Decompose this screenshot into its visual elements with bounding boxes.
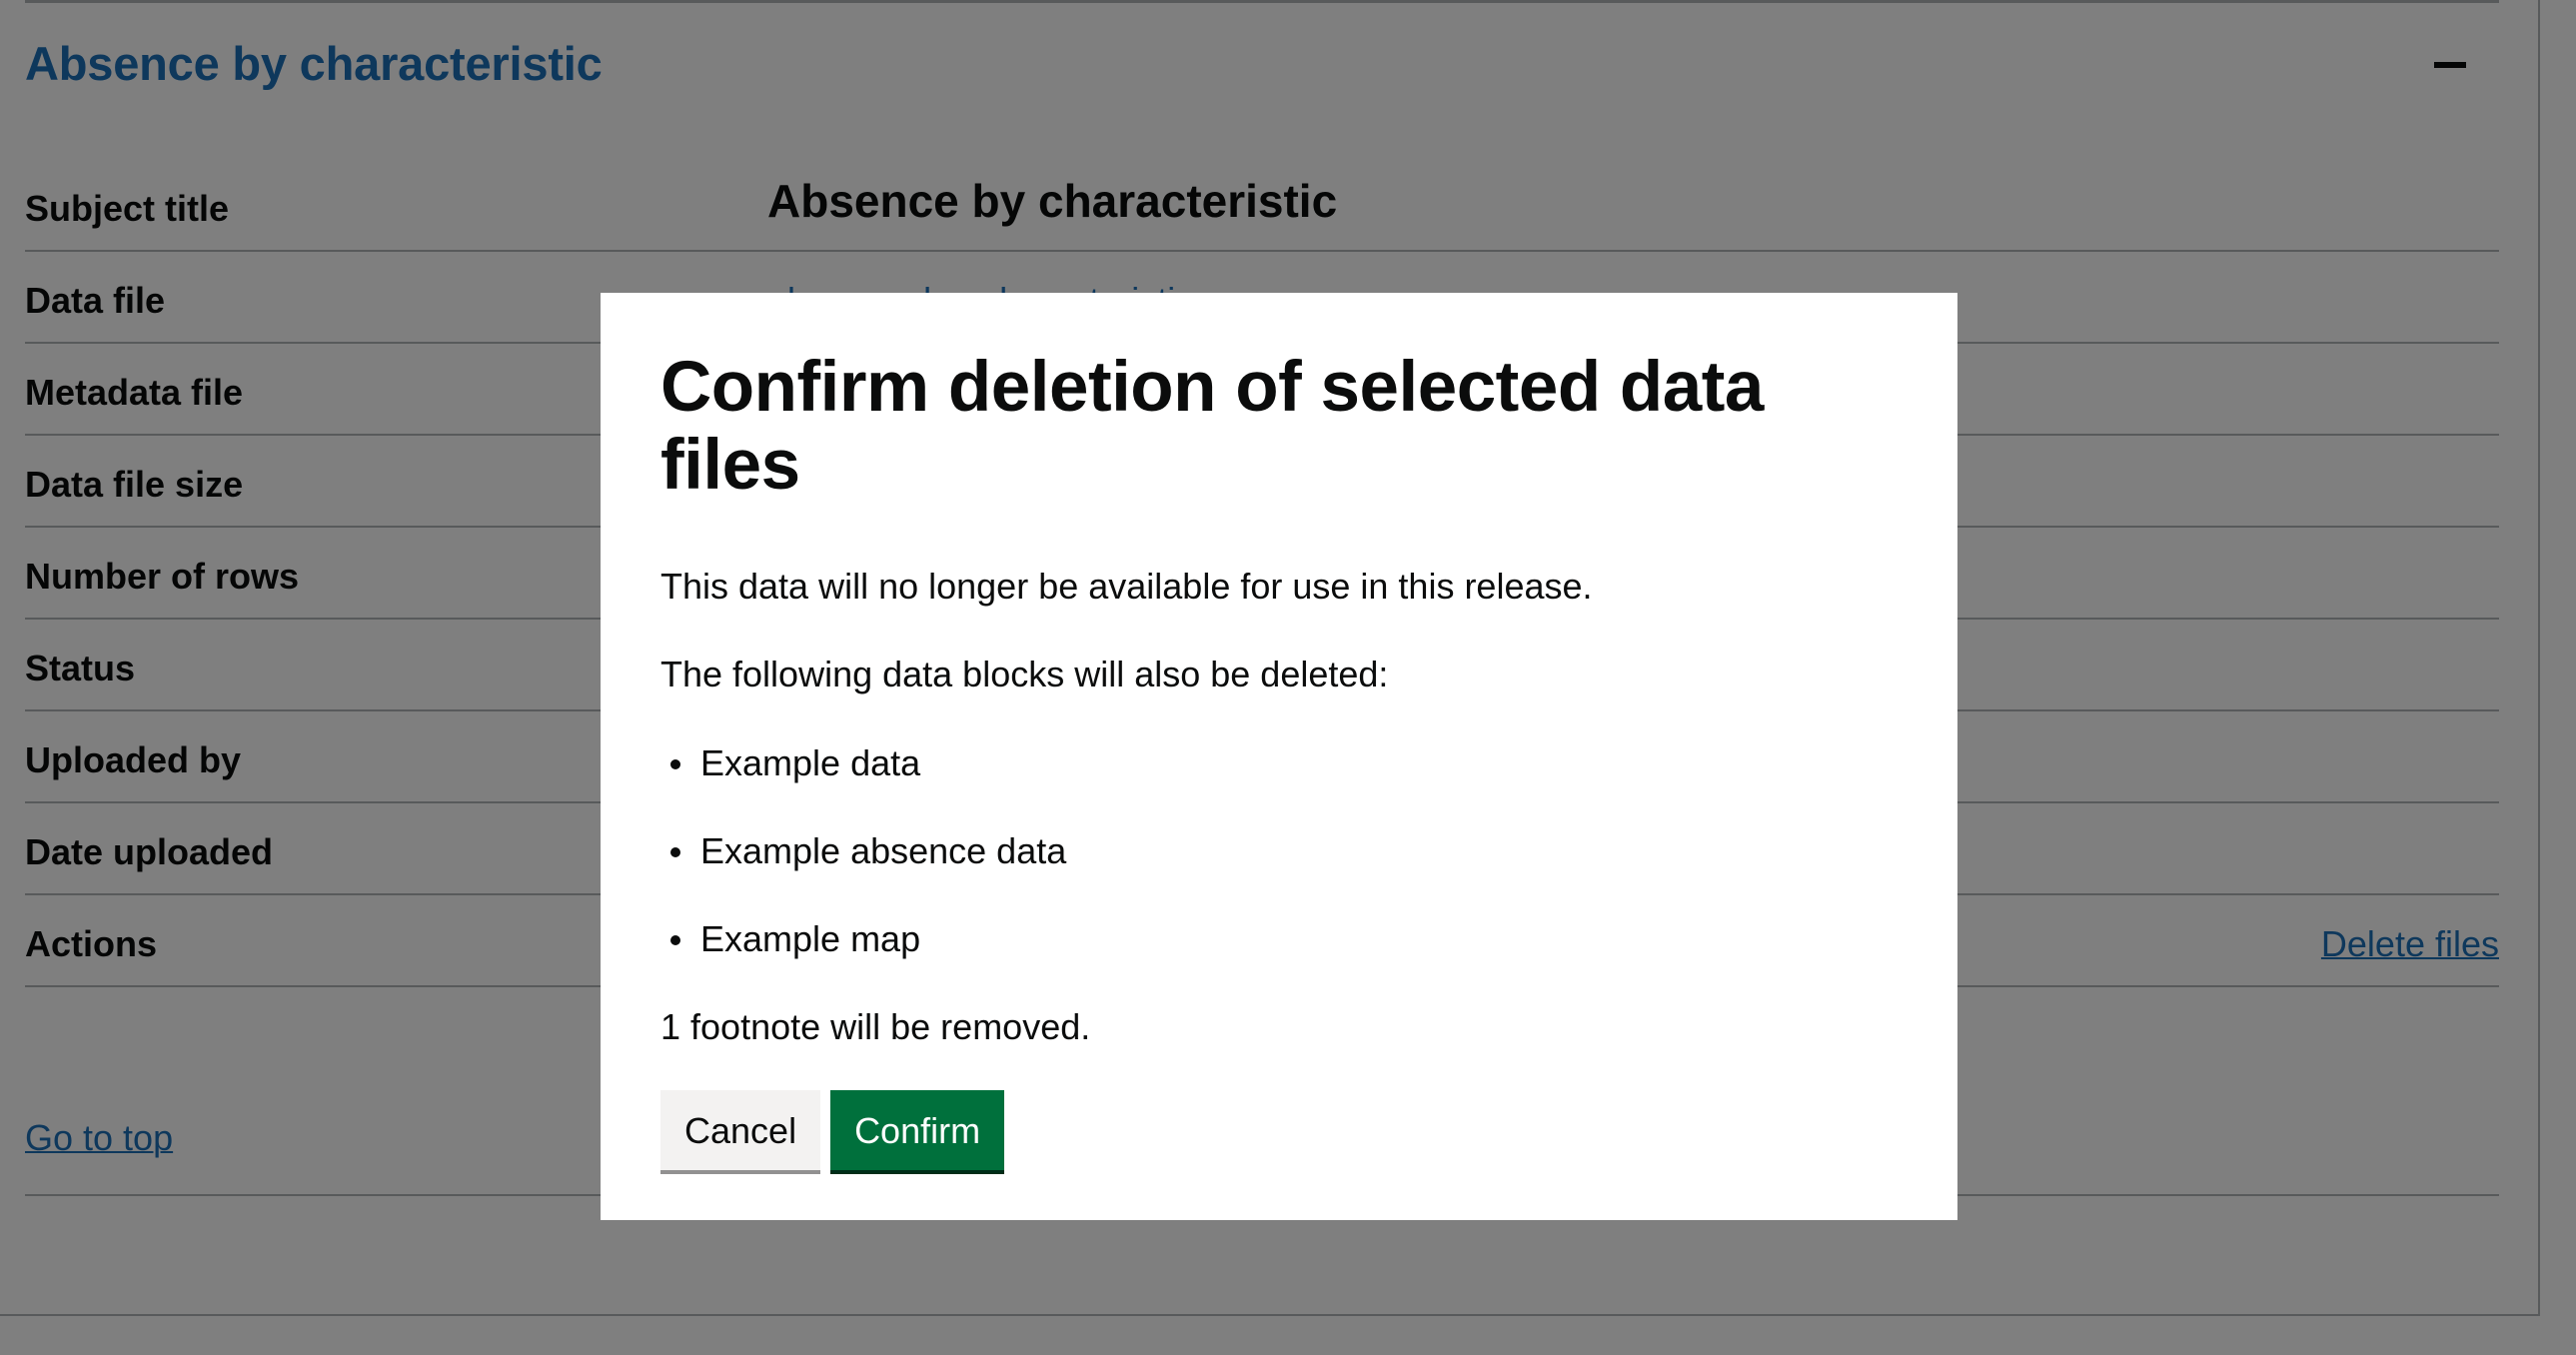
list-item: Example data	[660, 741, 1898, 784]
data-block-name: Example absence data	[700, 829, 1067, 871]
list-item: Example map	[660, 917, 1898, 960]
confirm-button[interactable]: Confirm	[830, 1090, 1005, 1171]
data-block-name: Example data	[700, 741, 921, 783]
modal-button-group: Cancel Confirm	[660, 1090, 1898, 1171]
modal-blocks-heading: The following data blocks will also be d…	[660, 654, 1389, 695]
list-item: Example absence data	[660, 829, 1898, 872]
data-blocks-list: Example data Example absence data Exampl…	[660, 741, 1898, 961]
bullet-icon	[670, 758, 680, 769]
modal-intro-text: This data will no longer be available fo…	[660, 566, 1593, 608]
bullet-icon	[670, 934, 680, 945]
footnote-removal-text: 1 footnote will be removed.	[660, 1006, 1091, 1048]
bullet-icon	[670, 846, 680, 857]
confirm-delete-modal: Confirm deletion of selected data files …	[601, 293, 1957, 1220]
data-block-name: Example map	[700, 917, 921, 959]
cancel-button[interactable]: Cancel	[660, 1090, 821, 1171]
modal-title: Confirm deletion of selected data files	[660, 348, 1764, 506]
